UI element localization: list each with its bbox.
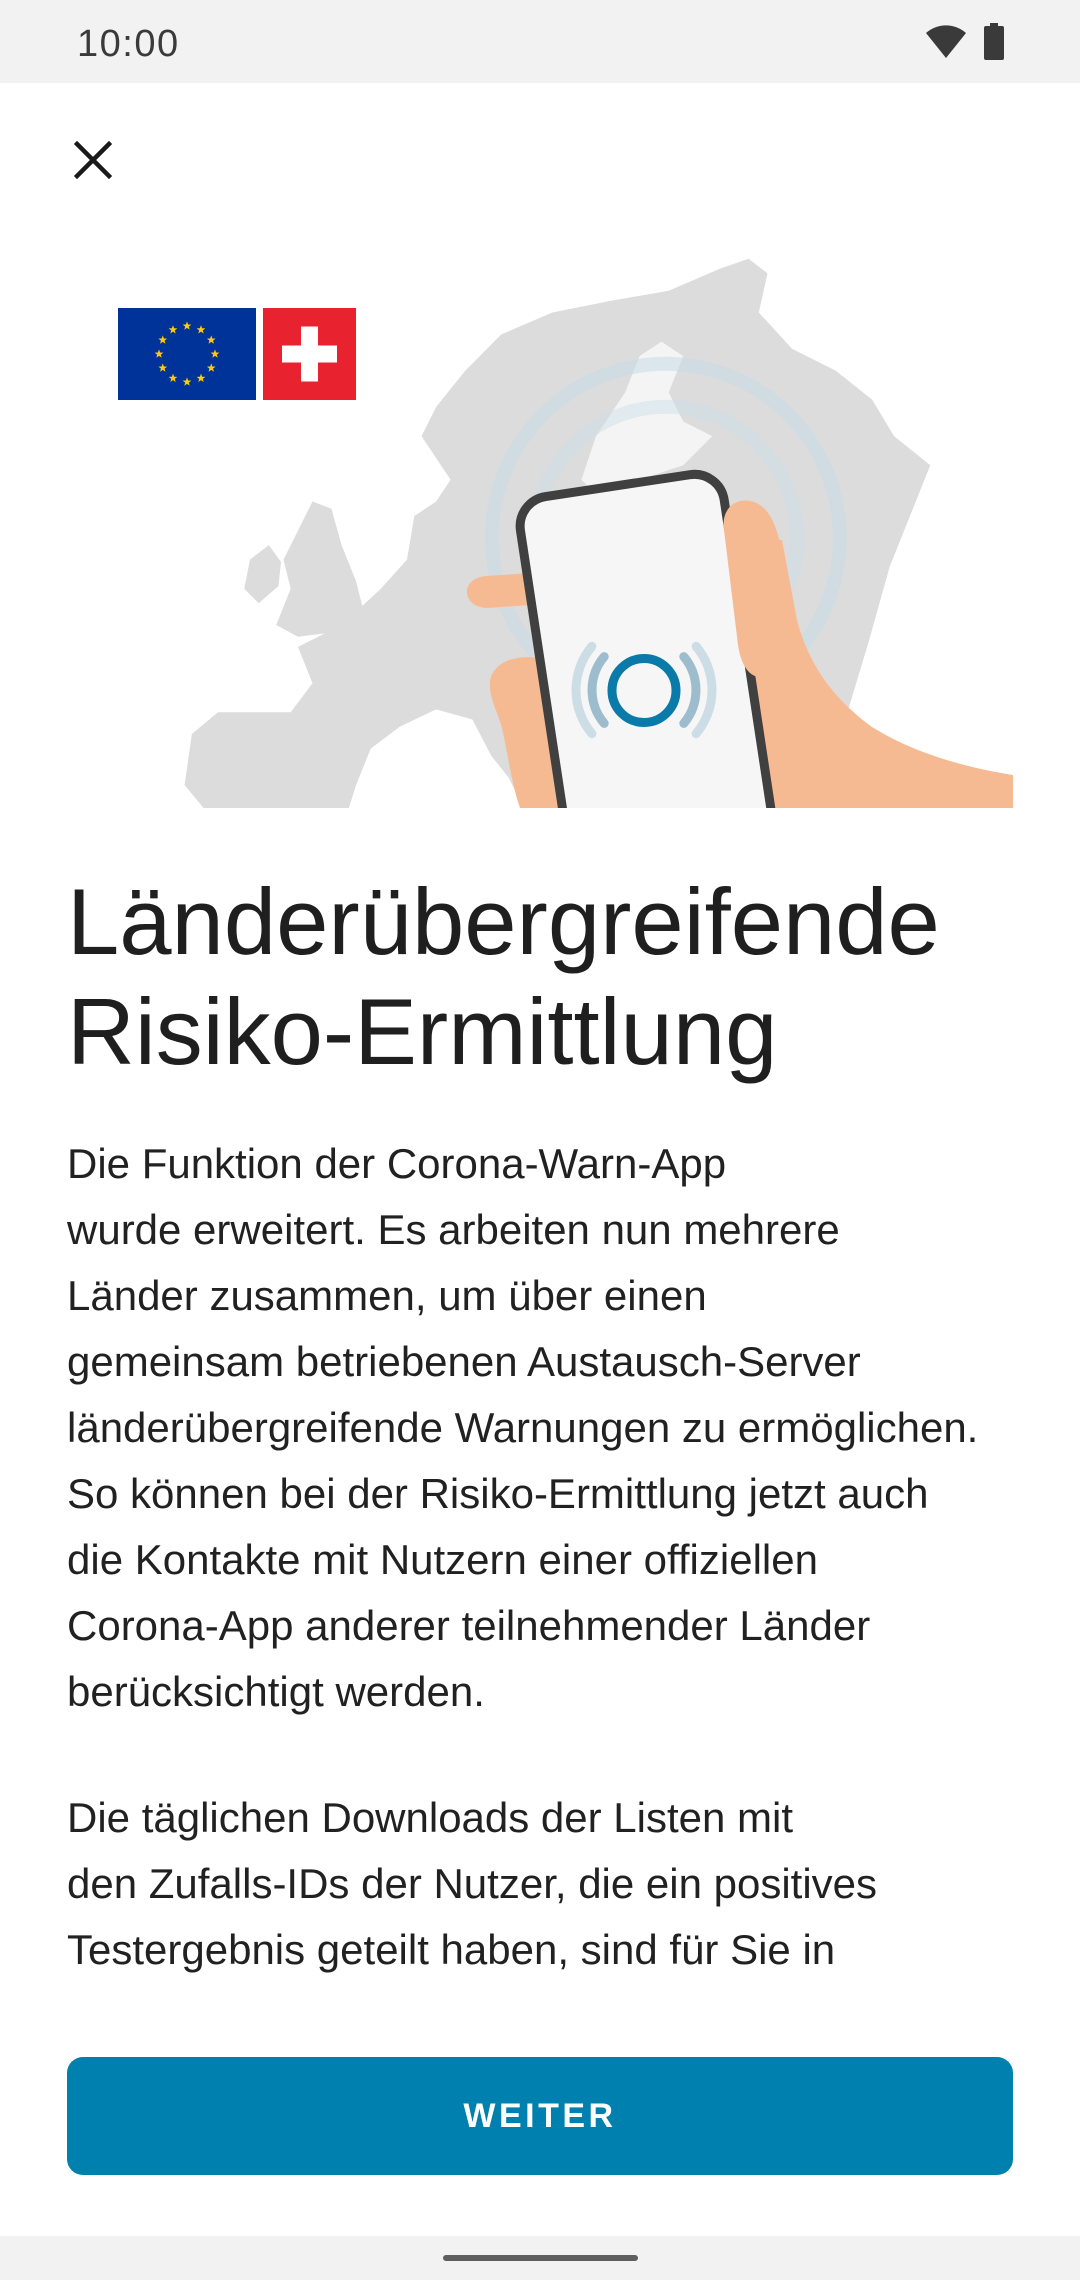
- body-text-line: die Kontakte mit Nutzern einer offiziell…: [67, 1536, 818, 1583]
- body-text-line: den Zufalls-IDs der Nutzer, die ein posi…: [67, 1860, 878, 1907]
- great-britain: [276, 501, 364, 637]
- onboarding-screen: 10:00 Länderübergreifende Risiko-Ermittl…: [0, 0, 1080, 2280]
- status-bar: 10:00: [0, 0, 1080, 83]
- eu-flag: [118, 308, 256, 400]
- continue-button[interactable]: WEITER: [67, 2057, 1013, 2175]
- body-text-line: Corona-App anderer teilnehmender Länder: [67, 1602, 871, 1649]
- battery-icon: [984, 23, 1004, 60]
- close-button[interactable]: [45, 112, 141, 208]
- home-indicator[interactable]: [443, 2255, 638, 2261]
- continue-button-label: WEITER: [463, 2096, 617, 2135]
- swiss-flag: [263, 308, 356, 400]
- body-text-line: Die Funktion der Corona-Warn-App: [67, 1140, 727, 1187]
- body-text-line: länderübergreifende Warnungen zu ermögli…: [67, 1404, 979, 1451]
- body-text-line: Die täglichen Downloads der Listen mit: [67, 1794, 794, 1841]
- body-text-line: So können bei der Risiko-Ermittlung jetz…: [67, 1470, 929, 1517]
- swiss-cross-horizontal: [282, 345, 337, 363]
- ireland: [244, 545, 281, 604]
- body-text-line: gemeinsam betriebenen Austausch-Server: [67, 1338, 861, 1385]
- body-paragraph-2: Die täglichen Downloads der Listen mit d…: [67, 1785, 1013, 1983]
- wifi-icon: [926, 25, 966, 58]
- status-time: 10:00: [77, 22, 180, 65]
- close-icon: [74, 141, 112, 179]
- body-text-line: berücksichtigt werden.: [67, 1668, 485, 1715]
- body-text-line: Testergebnis geteilt haben, sind für Sie…: [67, 1926, 836, 1973]
- body-paragraph-1: Die Funktion der Corona-Warn-App wurde e…: [67, 1131, 1013, 1725]
- navigation-bar: [0, 2236, 1080, 2280]
- body-text-line: wurde erweitert. Es arbeiten nun mehrere: [67, 1206, 840, 1253]
- page-title: Länderübergreifende Risiko-Ermittlung: [67, 869, 940, 1084]
- body-text-line: Länder zusammen, um über einen: [67, 1272, 707, 1319]
- illustration: [118, 258, 1013, 808]
